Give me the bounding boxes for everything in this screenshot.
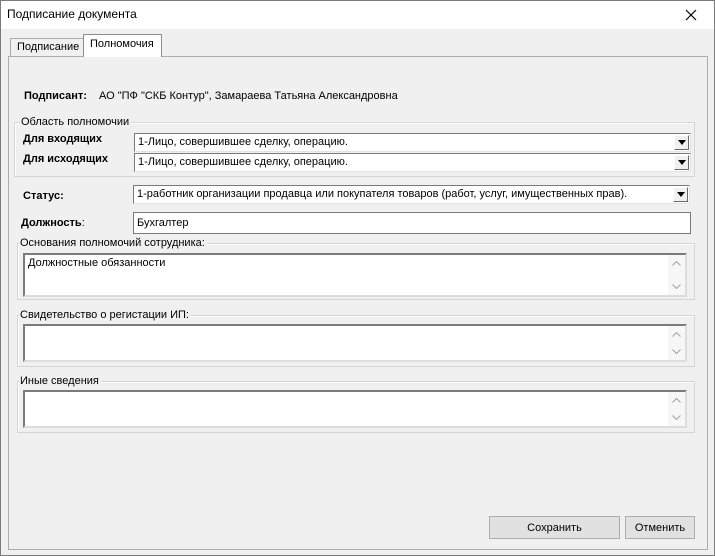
incoming-dropdown-button[interactable] xyxy=(674,135,689,150)
triangle-down-icon xyxy=(677,160,686,165)
close-icon xyxy=(685,9,697,21)
certificate-scroll-up[interactable] xyxy=(668,326,685,343)
outgoing-select[interactable]: 1-Лицо, совершившее сделку, операцию. xyxy=(134,153,691,172)
grounds-textarea[interactable]: Должностные обязанности xyxy=(23,253,687,297)
status-select[interactable]: 1-работник организации продавца или поку… xyxy=(133,185,690,204)
dialog-window: Подписание документа Подписание Полномоч… xyxy=(0,0,715,556)
save-button[interactable]: Сохранить xyxy=(489,516,620,539)
outgoing-dropdown-button[interactable] xyxy=(674,155,689,170)
position-label-text: Должность xyxy=(21,217,82,229)
other-info-group: Иные сведения xyxy=(17,375,695,433)
tab-authority[interactable]: Полномочия xyxy=(83,34,162,57)
title-bar: Подписание документа xyxy=(1,1,714,29)
other-info-legend: Иные сведения xyxy=(19,375,101,387)
cancel-button[interactable]: Отменить xyxy=(625,516,695,539)
window-title: Подписание документа xyxy=(7,7,137,21)
incoming-select-value: 1-Лицо, совершившее сделку, операцию. xyxy=(138,136,348,148)
chevron-down-icon xyxy=(672,349,681,354)
authority-panel: Подписант: АО "ПФ "СКБ Контур", Замараев… xyxy=(8,56,708,550)
position-label-colon: : xyxy=(81,217,85,229)
grounds-textarea-value: Должностные обязанности xyxy=(28,257,166,269)
grounds-scroll-up[interactable] xyxy=(668,255,685,272)
chevron-up-icon xyxy=(672,261,681,266)
incoming-label: Для входящих xyxy=(23,133,103,145)
outgoing-select-value: 1-Лицо, совершившее сделку, операцию. xyxy=(138,156,348,168)
position-label: Должность: xyxy=(21,217,85,229)
certificate-scroll-down[interactable] xyxy=(668,343,685,360)
position-input[interactable]: Бухгалтер xyxy=(133,212,691,234)
tab-signing-label: Подписание xyxy=(17,41,80,53)
chevron-up-icon xyxy=(672,332,681,337)
certificate-legend: Свидетельство о регистации ИП: xyxy=(19,309,191,321)
cancel-button-label: Отменить xyxy=(634,521,686,534)
outgoing-label: Для исходящих xyxy=(23,153,109,165)
grounds-legend: Основания полномочий сотрудника: xyxy=(19,237,207,249)
other-info-textarea[interactable] xyxy=(23,390,687,428)
close-button[interactable] xyxy=(668,1,714,29)
position-input-value: Бухгалтер xyxy=(137,217,189,229)
incoming-select[interactable]: 1-Лицо, совершившее сделку, операцию. xyxy=(134,133,691,152)
certificate-group: Свидетельство о регистации ИП: xyxy=(17,309,695,367)
signer-label: Подписант: xyxy=(24,90,87,102)
status-dropdown-button[interactable] xyxy=(673,187,688,202)
certificate-scrollbar[interactable] xyxy=(668,326,685,360)
status-label: Статус: xyxy=(23,190,64,202)
certificate-textarea[interactable] xyxy=(23,324,687,362)
chevron-down-icon xyxy=(672,284,681,289)
save-button-label: Сохранить xyxy=(527,521,582,534)
grounds-scroll-down[interactable] xyxy=(668,278,685,295)
chevron-up-icon xyxy=(672,398,681,403)
triangle-down-icon xyxy=(676,192,685,197)
triangle-down-icon xyxy=(677,140,686,145)
other-info-scrollbar[interactable] xyxy=(668,392,685,426)
authority-scope-group: Область полномочии Для входящих 1-Лицо, … xyxy=(14,116,695,177)
tab-authority-label: Полномочия xyxy=(90,38,154,50)
other-info-scroll-up[interactable] xyxy=(668,392,685,409)
tab-signing[interactable]: Подписание xyxy=(10,38,84,56)
grounds-scrollbar[interactable] xyxy=(668,255,685,295)
other-info-scroll-down[interactable] xyxy=(668,409,685,426)
status-select-value: 1-работник организации продавца или поку… xyxy=(137,188,628,200)
grounds-group: Основания полномочий сотрудника: Должнос… xyxy=(17,237,695,300)
chevron-down-icon xyxy=(672,415,681,420)
signer-value: АО "ПФ "СКБ Контур", Замараева Татьяна А… xyxy=(99,90,398,102)
authority-scope-legend: Область полномочии xyxy=(20,116,132,128)
